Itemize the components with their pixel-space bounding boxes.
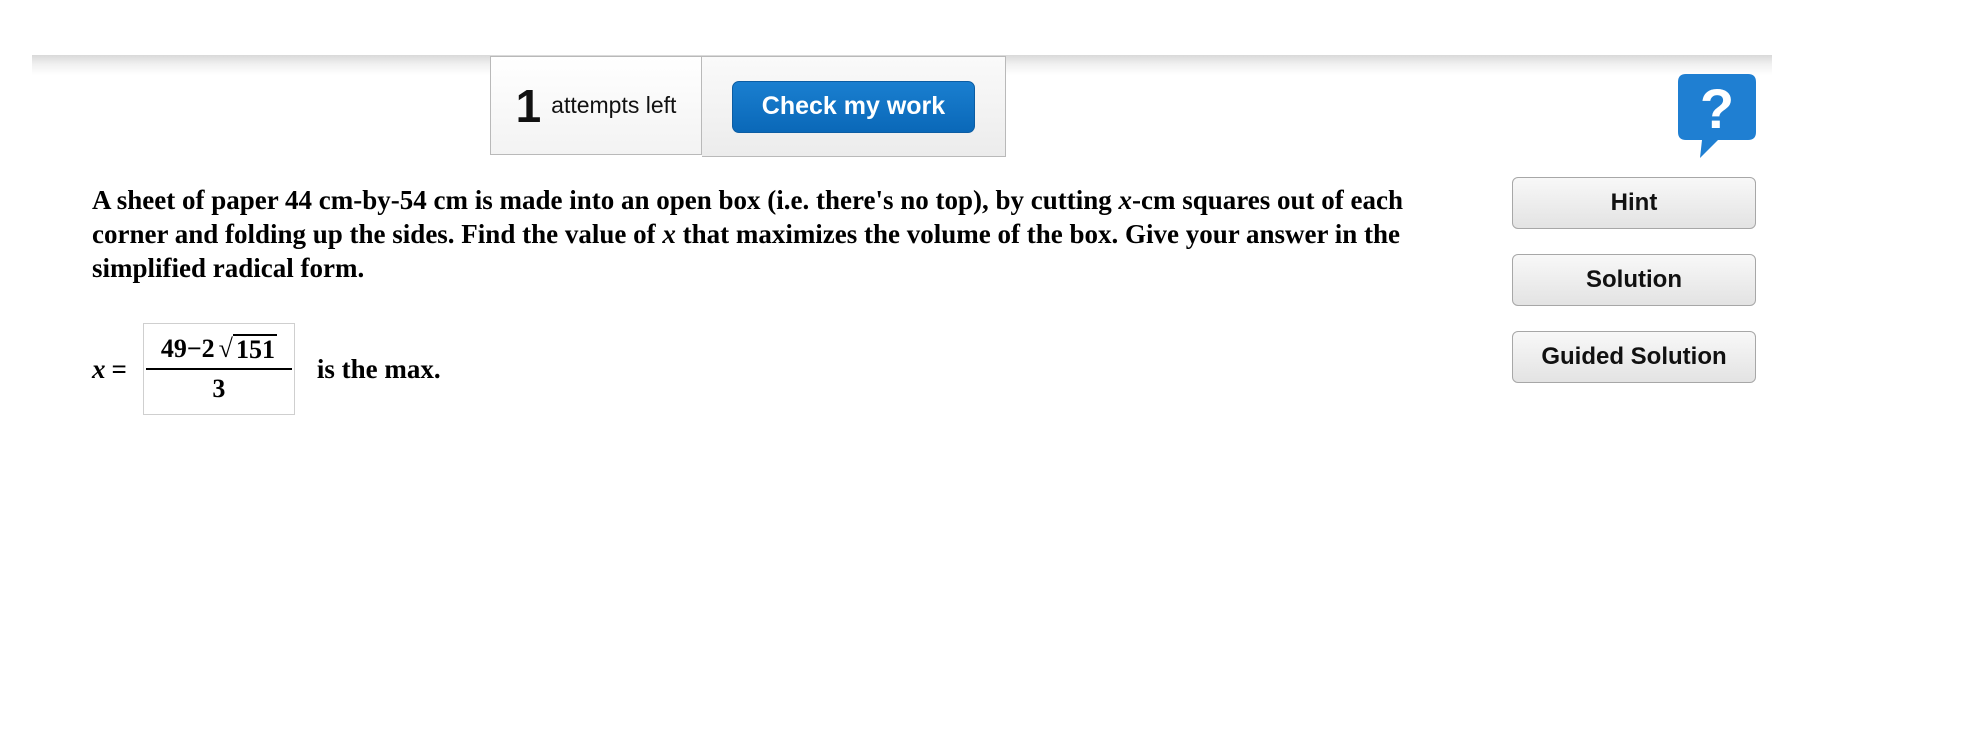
hint-button[interactable]: Hint bbox=[1512, 177, 1756, 229]
fraction-denominator: 3 bbox=[212, 374, 226, 403]
square-root: √ 151 bbox=[219, 334, 277, 364]
attempts-count: 1 bbox=[515, 79, 542, 132]
numerator-prefix: 49−2 bbox=[160, 334, 215, 363]
attempts-panel: 1 attempts left bbox=[490, 56, 702, 155]
check-my-work-button[interactable]: Check my work bbox=[732, 80, 975, 133]
answer-suffix: is the max. bbox=[316, 353, 441, 384]
fraction-numerator: 49−2 √ 151 bbox=[159, 334, 279, 368]
answer-variable: x bbox=[92, 353, 106, 384]
side-buttons: Hint Solution Guided Solution bbox=[1512, 177, 1756, 408]
help-glyph: ? bbox=[1700, 77, 1734, 140]
solution-button[interactable]: Solution bbox=[1512, 254, 1756, 306]
radicand: 151 bbox=[232, 334, 277, 364]
question-variable: x bbox=[1118, 185, 1133, 215]
attempts-label: attempts left bbox=[551, 92, 677, 118]
answer-row: x = 49−2 √ 151 3 is the max. bbox=[92, 322, 441, 416]
check-panel: Check my work bbox=[702, 56, 1006, 157]
equals-sign: = bbox=[111, 353, 127, 384]
question-part-1: A sheet of paper 44 cm-by-54 cm is made … bbox=[92, 185, 1119, 215]
question-mark-icon[interactable]: ? bbox=[1678, 74, 1756, 158]
question-text: A sheet of paper 44 cm-by-54 cm is made … bbox=[92, 183, 1432, 285]
toolbar: 1 attempts left Check my work bbox=[490, 56, 1006, 157]
answer-input[interactable]: 49−2 √ 151 3 bbox=[142, 323, 295, 415]
radical-sign: √ bbox=[218, 334, 233, 363]
question-variable: x bbox=[662, 219, 676, 249]
guided-solution-button[interactable]: Guided Solution bbox=[1512, 331, 1756, 383]
